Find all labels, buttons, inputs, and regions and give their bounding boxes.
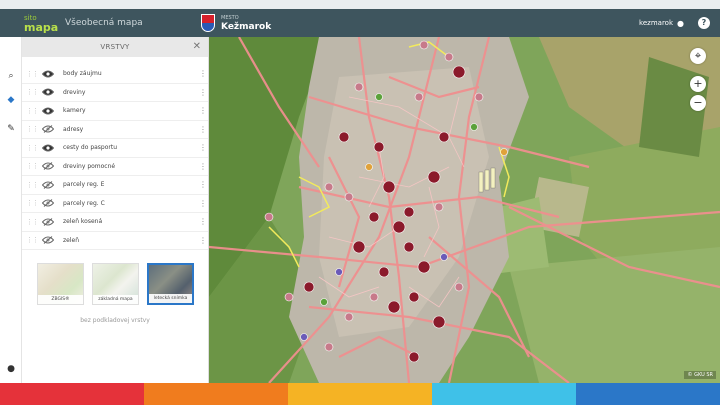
basemap-option[interactable]: letecká snímka <box>147 263 194 305</box>
footer-color-segment <box>576 383 720 405</box>
zoom-in-button[interactable]: + <box>690 76 706 92</box>
layer-label: body záujmu <box>63 70 102 78</box>
layer-label: cesty do pasportu <box>63 144 118 152</box>
layer-row[interactable]: ⋮⋮ adresy ⋮ <box>22 121 208 139</box>
coat-of-arms-icon <box>201 14 215 32</box>
more-options-icon[interactable]: ⋮ <box>198 88 208 97</box>
layer-row[interactable]: ⋮⋮ parcely reg. C ⋮ <box>22 195 208 213</box>
more-options-icon[interactable]: ⋮ <box>198 162 208 171</box>
help-button[interactable]: ? <box>698 17 710 29</box>
basemap-label: ZBGIS® <box>38 295 83 304</box>
more-options-icon[interactable]: ⋮ <box>198 69 208 78</box>
zoom-out-button[interactable]: − <box>690 95 706 111</box>
footer-color-segment <box>144 383 288 405</box>
footer-color-segment <box>432 383 576 405</box>
layer-row[interactable]: ⋮⋮ dreviny pomocné ⋮ <box>22 158 208 176</box>
layer-label: adresy <box>63 125 84 133</box>
layers-panel: VRSTVY ✕ ⋮⋮ body záujmu ⋮ ⋮⋮ dreviny ⋮ ⋮⋮ kamer… <box>22 37 209 383</box>
more-options-icon[interactable]: ⋮ <box>198 199 208 208</box>
eye-slash-icon[interactable] <box>42 217 54 226</box>
map-canvas[interactable]: ⌖ + − © GKU SR <box>209 37 720 383</box>
drag-handle-icon[interactable]: ⋮⋮ <box>26 236 39 244</box>
more-options-icon[interactable]: ⋮ <box>198 217 208 226</box>
more-options-icon[interactable]: ⋮ <box>198 143 208 152</box>
city-name: Kežmarok <box>221 22 272 32</box>
layer-row[interactable]: ⋮⋮ kamery ⋮ <box>22 102 208 121</box>
layer-label: parcely reg. C <box>63 199 105 207</box>
drag-handle-icon[interactable]: ⋮⋮ <box>26 199 39 207</box>
no-basemap-option[interactable]: bez podkladovej vrstvy <box>22 317 208 324</box>
eye-slash-icon[interactable] <box>42 236 54 245</box>
footer-color-strip <box>0 383 720 405</box>
more-options-icon[interactable]: ⋮ <box>198 125 208 134</box>
app-window: sito mapa Všeobecná mapa MESTO Kežmarok … <box>0 0 720 405</box>
basemap-label: základná mapa <box>93 295 138 304</box>
layer-row[interactable]: ⋮⋮ zeleň kosená ⋮ <box>22 213 208 232</box>
eye-icon[interactable] <box>42 107 54 115</box>
layer-row[interactable]: ⋮⋮ body záujmu ⋮ <box>22 65 208 84</box>
eye-slash-icon[interactable] <box>42 180 54 189</box>
layer-label: zeleň <box>63 236 80 244</box>
drag-handle-icon[interactable]: ⋮⋮ <box>26 125 39 133</box>
basemap-switcher: ZBGIS® základná mapa letecká snímka <box>37 263 208 305</box>
drag-handle-icon[interactable]: ⋮⋮ <box>26 218 39 226</box>
locate-icon[interactable]: ⌖ <box>690 48 706 64</box>
app-title: Všeobecná mapa <box>65 18 143 28</box>
close-icon[interactable]: ✕ <box>193 41 201 52</box>
chat-icon[interactable]: ● <box>5 363 17 375</box>
more-options-icon[interactable]: ⋮ <box>198 180 208 189</box>
city-badge: MESTO Kežmarok <box>201 14 271 32</box>
layer-label: parcely reg. E <box>63 181 105 189</box>
eye-icon[interactable] <box>42 88 54 96</box>
layer-label: dreviny <box>63 88 86 96</box>
eye-slash-icon[interactable] <box>42 162 54 171</box>
layer-row[interactable]: ⋮⋮ zeleň ⋮ <box>22 232 208 250</box>
layers-icon[interactable]: ◆ <box>5 94 17 106</box>
more-options-icon[interactable]: ⋮ <box>198 106 208 115</box>
eye-slash-icon[interactable] <box>42 125 54 134</box>
drag-handle-icon[interactable]: ⋮⋮ <box>26 181 39 189</box>
user-menu[interactable]: kezmarok ● <box>639 9 684 37</box>
map-imagery <box>209 37 720 383</box>
search-icon[interactable]: ⌕ <box>5 70 17 82</box>
layer-row[interactable]: ⋮⋮ cesty do pasportu ⋮ <box>22 139 208 158</box>
brush-icon[interactable]: ✎ <box>5 123 17 135</box>
app-header: sito mapa Všeobecná mapa MESTO Kežmarok <box>0 9 720 37</box>
drag-handle-icon[interactable]: ⋮⋮ <box>26 70 39 78</box>
basemap-option[interactable]: ZBGIS® <box>37 263 84 305</box>
eye-icon[interactable] <box>42 70 54 78</box>
basemap-option[interactable]: základná mapa <box>92 263 139 305</box>
layer-label: dreviny pomocné <box>63 162 116 170</box>
layer-row[interactable]: ⋮⋮ parcely reg. E ⋮ <box>22 176 208 195</box>
drag-handle-icon[interactable]: ⋮⋮ <box>26 144 39 152</box>
layer-row[interactable]: ⋮⋮ dreviny ⋮ <box>22 84 208 102</box>
drag-handle-icon[interactable]: ⋮⋮ <box>26 88 39 96</box>
drag-handle-icon[interactable]: ⋮⋮ <box>26 107 39 115</box>
user-icon: ● <box>677 18 684 28</box>
footer-color-segment <box>288 383 432 405</box>
footer-color-segment <box>0 383 144 405</box>
panel-title: VRSTVY <box>100 43 130 51</box>
eye-icon[interactable] <box>42 144 54 152</box>
panel-header: VRSTVY ✕ <box>22 37 208 57</box>
app-logo[interactable]: sito mapa <box>0 9 59 37</box>
layer-label: zeleň kosená <box>63 218 103 226</box>
layer-list: ⋮⋮ body záujmu ⋮ ⋮⋮ dreviny ⋮ ⋮⋮ kamery ⋮ ⋮⋮ adres… <box>22 65 208 250</box>
layer-label: kamery <box>63 107 86 115</box>
basemap-label: letecká snímka <box>149 294 192 303</box>
logo-bottom: mapa <box>24 21 59 34</box>
eye-slash-icon[interactable] <box>42 199 54 208</box>
drag-handle-icon[interactable]: ⋮⋮ <box>26 162 39 170</box>
left-toolbar: ⌕ ◆ ✎ ● <box>0 37 22 383</box>
username: kezmarok <box>639 19 674 27</box>
more-options-icon[interactable]: ⋮ <box>198 236 208 245</box>
map-attribution: © GKU SR <box>684 371 716 379</box>
top-strip <box>0 0 720 9</box>
